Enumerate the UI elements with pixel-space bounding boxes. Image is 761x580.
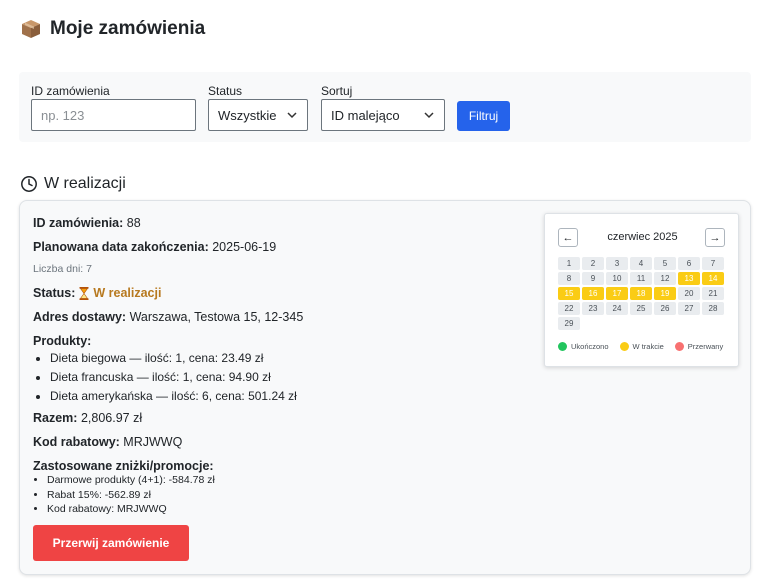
calendar-day[interactable]: 2: [582, 257, 604, 270]
hourglass-icon: [79, 286, 89, 300]
sort-select-value: ID malejąco: [331, 107, 400, 123]
filter-button[interactable]: Filtruj: [457, 101, 510, 131]
legend-label: Przerwany: [687, 342, 724, 351]
calendar-day[interactable]: 1: [558, 257, 580, 270]
list-item: Dieta francuska — ilość: 1, cena: 94.90 …: [50, 368, 297, 387]
page-header: Moje zamówienia: [20, 18, 205, 40]
legend-label: Ukończono: [571, 342, 609, 351]
status-select[interactable]: Wszystkie: [208, 99, 308, 131]
calendar-day[interactable]: 28: [702, 302, 724, 315]
sort-label: Sortuj: [321, 84, 353, 98]
discount-code-value: MRJWWQ: [123, 435, 183, 449]
calendar-day[interactable]: 10: [606, 272, 628, 285]
calendar-legend: Ukończono W trakcie Przerwany: [558, 342, 723, 351]
status-label: Status: [208, 84, 243, 98]
end-date-key: Planowana data zakończenia:: [33, 240, 209, 254]
legend-item-done: Ukończono: [558, 342, 609, 351]
calendar-day[interactable]: 26: [654, 302, 676, 315]
days-count: Liczba dni: 7: [33, 263, 92, 275]
calendar-day[interactable]: 7: [702, 257, 724, 270]
calendar-day[interactable]: 5: [654, 257, 676, 270]
filter-bar: ID zamówienia Status Wszystkie Sortuj ID…: [19, 72, 751, 142]
list-item: Rabat 15%: -562.89 zł: [47, 488, 215, 503]
list-item: Darmowe produkty (4+1): -584.78 zł: [47, 473, 215, 488]
calendar-day[interactable]: 12: [654, 272, 676, 285]
calendar-day[interactable]: 15: [558, 287, 580, 300]
order-id-key: ID zamówienia:: [33, 216, 124, 230]
products-list: Dieta biegowa — ilość: 1, cena: 23.49 zł…: [50, 349, 297, 406]
total-value: 2,806.97 zł: [80, 411, 143, 425]
calendar-day[interactable]: 24: [606, 302, 628, 315]
calendar-grid: 1 2 3 4 5 6 7 8 9 10 11 12 13 14 15 16 17 18 19 20 21 22 23 24 2…: [558, 257, 724, 330]
sort-select[interactable]: ID malejąco: [321, 99, 445, 131]
promos-list: Darmowe produkty (4+1): -584.78 zł Rabat…: [47, 473, 215, 517]
order-id-label: ID zamówienia: [31, 84, 110, 98]
calendar-day[interactable]: 16: [582, 287, 604, 300]
legend-dot: [619, 342, 629, 351]
promos-heading: Zastosowane zniżki/promocje:: [33, 459, 214, 473]
calendar-day[interactable]: 18: [630, 287, 652, 300]
total-key: Razem:: [33, 411, 78, 425]
calendar-day[interactable]: 19: [654, 287, 676, 300]
calendar: ← czerwiec 2025 → 1 2 3 4 5 6 7 8 9 10 11 12 13 14 15 1…: [544, 213, 739, 367]
clock-icon: [21, 176, 37, 192]
calendar-day[interactable]: 11: [630, 272, 652, 285]
calendar-day[interactable]: 23: [582, 302, 604, 315]
promos-label: Zastosowane zniżki/promocje:: [33, 459, 214, 473]
products-heading: Produkty:: [33, 334, 91, 348]
chevron-down-icon: [287, 112, 297, 119]
total-line: Razem: 2,806.97 zł: [33, 411, 142, 425]
calendar-day[interactable]: 4: [630, 257, 652, 270]
page-title: Moje zamówienia: [50, 18, 206, 39]
end-date-line: Planowana data zakończenia: 2025-06-19: [33, 240, 276, 254]
discount-code-line: Kod rabatowy: MRJWWQ: [33, 435, 182, 449]
calendar-next-button[interactable]: →: [705, 228, 725, 247]
calendar-day[interactable]: 27: [678, 302, 700, 315]
chevron-down-icon: [424, 112, 434, 119]
calendar-day[interactable]: 3: [606, 257, 628, 270]
address-key: Adres dostawy:: [33, 310, 127, 324]
status-line: Status: W realizacji: [33, 286, 161, 300]
legend-item-in-progress: W trakcie: [619, 342, 664, 351]
products-label: Produkty:: [33, 334, 92, 348]
calendar-day[interactable]: 8: [558, 272, 580, 285]
order-id-line: ID zamówienia: 88: [33, 216, 141, 230]
calendar-day[interactable]: 17: [606, 287, 628, 300]
calendar-day[interactable]: 20: [678, 287, 700, 300]
status-select-value: Wszystkie: [218, 107, 277, 123]
order-id-value: 88: [126, 216, 141, 230]
calendar-day[interactable]: 9: [582, 272, 604, 285]
calendar-day[interactable]: 29: [558, 317, 580, 330]
abort-order-button[interactable]: Przerwij zamówienie: [33, 525, 189, 561]
list-item: Kod rabatowy: MRJWWQ: [47, 502, 215, 517]
calendar-day[interactable]: 25: [630, 302, 652, 315]
list-item: Dieta biegowa — ilość: 1, cena: 23.49 zł: [50, 349, 297, 368]
order-id-input[interactable]: [31, 99, 196, 131]
calendar-day[interactable]: 22: [558, 302, 580, 315]
legend-dot: [558, 342, 567, 351]
package-icon: [22, 20, 40, 38]
address-line: Adres dostawy: Warszawa, Testowa 15, 12-…: [33, 310, 303, 324]
discount-code-key: Kod rabatowy:: [33, 435, 120, 449]
order-card: ID zamówienia: 88 Planowana data zakończ…: [19, 200, 751, 575]
end-date-value: 2025-06-19: [212, 240, 277, 254]
status-key: Status:: [33, 286, 76, 300]
legend-dot: [674, 342, 684, 351]
status-badge: W realizacji: [93, 286, 162, 300]
legend-label: W trakcie: [632, 342, 664, 351]
calendar-day[interactable]: 6: [678, 257, 700, 270]
section-title: W realizacji: [44, 175, 126, 192]
calendar-day[interactable]: 14: [702, 272, 724, 285]
legend-item-aborted: Przerwany: [674, 342, 724, 351]
list-item: Dieta amerykańska — ilość: 6, cena: 501.…: [50, 387, 297, 406]
calendar-day[interactable]: 13: [678, 272, 700, 285]
address-value: Warszawa, Testowa 15, 12-345: [129, 310, 304, 324]
calendar-day[interactable]: 21: [702, 287, 724, 300]
section-header: W realizacji: [20, 175, 126, 193]
